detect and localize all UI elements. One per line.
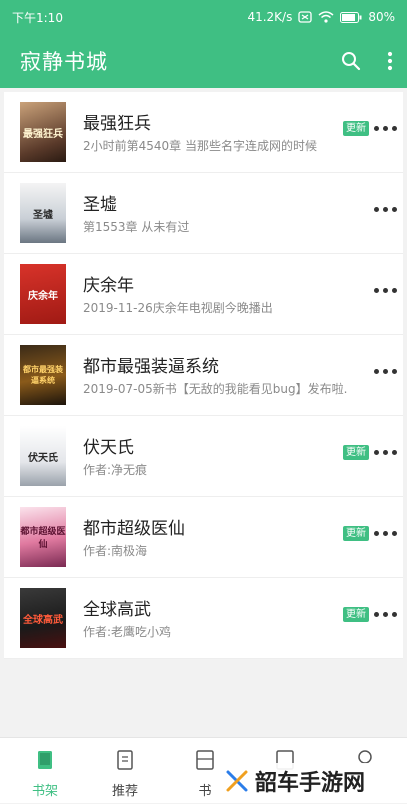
book-title: 都市超级医仙 <box>83 519 185 539</box>
more-options-icon[interactable] <box>374 126 397 131</box>
book-title: 庆余年 <box>83 276 134 296</box>
update-badge: 更新 <box>343 121 369 136</box>
app-bar-actions <box>341 51 393 71</box>
more-options-icon[interactable] <box>374 369 397 374</box>
update-badge: 更新 <box>343 445 369 460</box>
tab-bookshelf[interactable]: 书架 <box>5 738 85 804</box>
book-latest-chapter: 2019-11-26庆余年电视剧今晚播出 <box>83 301 273 315</box>
book-title: 全球高武 <box>83 600 151 620</box>
book-latest-chapter: 作者:南极海 <box>83 544 148 558</box>
bookshelf-icon <box>38 751 52 769</box>
book-row[interactable]: 最强狂兵 最强狂兵 2小时前第4540章 当那些名字连成网的时候 更新 <box>4 92 403 173</box>
book-cover: 伏天氏 <box>20 426 66 486</box>
book-latest-chapter: 作者:净无痕 <box>83 463 148 477</box>
search-icon[interactable] <box>341 51 361 71</box>
network-speed: 41.2K/s <box>247 10 293 24</box>
more-options-icon[interactable] <box>374 450 397 455</box>
library-icon <box>196 750 214 770</box>
book-latest-chapter: 2小时前第4540章 当那些名字连成网的时候 <box>83 139 317 153</box>
book-row[interactable]: 伏天氏 伏天氏 作者:净无痕 更新 <box>4 416 403 497</box>
book-cover: 都市最强装逼系统 <box>20 345 66 405</box>
bookshelf-list: 最强狂兵 最强狂兵 2小时前第4540章 当那些名字连成网的时候 更新 圣墟 圣… <box>4 92 403 659</box>
book-title: 圣墟 <box>83 195 117 215</box>
book-row[interactable]: 都市超级医仙 都市超级医仙 作者:南极海 更新 <box>4 497 403 578</box>
update-badge: 更新 <box>343 526 369 541</box>
more-options-icon[interactable] <box>374 531 397 536</box>
book-cover: 圣墟 <box>20 183 66 243</box>
more-options-icon[interactable] <box>374 288 397 293</box>
book-cover: 最强狂兵 <box>20 102 66 162</box>
book-latest-chapter: 第1553章 从未有过 <box>83 220 190 234</box>
book-cover-title: 庆余年 <box>28 290 58 302</box>
battery-icon <box>340 11 362 23</box>
book-title: 伏天氏 <box>83 438 134 458</box>
status-right: 41.2K/s 80% <box>247 10 395 24</box>
watermark: 韶车手游网 <box>221 763 370 799</box>
book-row[interactable]: 全球高武 全球高武 作者:老鹰吃小鸡 更新 <box>4 578 403 659</box>
battery-level: 80% <box>368 10 395 24</box>
book-cover-title: 都市超级医仙 <box>20 527 66 550</box>
watermark-logo-icon <box>226 770 248 792</box>
tab-recommend[interactable]: 推荐 <box>85 738 165 804</box>
book-title: 都市最强装逼系统 <box>83 357 219 377</box>
book-cover: 全球高武 <box>20 588 66 648</box>
more-options-icon[interactable] <box>374 207 397 212</box>
status-bar: 下午1:10 41.2K/s 80% <box>0 0 407 34</box>
app-title: 寂静书城 <box>20 50 108 74</box>
book-cover-title: 全球高武 <box>23 614 63 626</box>
status-time: 下午1:10 <box>12 10 63 25</box>
book-cover: 都市超级医仙 <box>20 507 66 567</box>
book-row[interactable]: 圣墟 圣墟 第1553章 从未有过 <box>4 173 403 254</box>
book-title: 最强狂兵 <box>83 114 151 134</box>
app-bar: 寂静书城 <box>0 34 407 88</box>
book-cover: 庆余年 <box>20 264 66 324</box>
more-options-icon[interactable] <box>374 612 397 617</box>
sim-icon <box>298 11 312 23</box>
book-cover-title: 都市最强装逼系统 <box>23 364 63 385</box>
book-latest-chapter: 作者:老鹰吃小鸡 <box>83 625 172 639</box>
book-cover-title: 伏天氏 <box>28 452 58 464</box>
update-badge: 更新 <box>343 607 369 622</box>
watermark-text: 韶车手游网 <box>255 771 366 796</box>
book-latest-chapter: 2019-07-05新书【无敌的我能看见bug】发布啦... <box>83 382 348 396</box>
book-cover-title: 圣墟 <box>33 209 53 221</box>
tab-label: 推荐 <box>111 784 138 799</box>
book-row[interactable]: 都市最强装逼系统 都市最强装逼系统 2019-07-05新书【无敌的我能看见bu… <box>4 335 403 416</box>
overflow-menu-icon[interactable] <box>387 51 393 71</box>
book-cover-title: 最强狂兵 <box>23 128 63 140</box>
tab-label: 书架 <box>31 784 58 799</box>
wifi-icon <box>318 11 334 23</box>
book-icon <box>117 750 133 770</box>
book-row[interactable]: 庆余年 庆余年 2019-11-26庆余年电视剧今晚播出 <box>4 254 403 335</box>
